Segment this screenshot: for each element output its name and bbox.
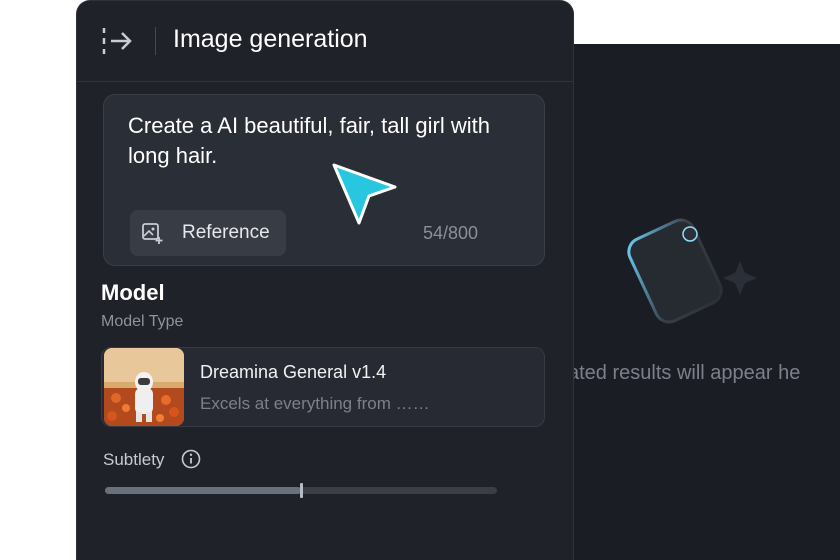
add-image-icon: [142, 223, 163, 244]
image-placeholder-icon: [627, 218, 757, 324]
collapse-panel-icon[interactable]: [101, 25, 135, 57]
reference-button[interactable]: Reference: [130, 210, 286, 256]
subtlety-slider-fill: [105, 487, 301, 494]
page-title: Image generation: [173, 25, 368, 53]
character-counter: 54/800: [422, 223, 478, 243]
reference-label: Reference: [182, 222, 270, 243]
prompt-box[interactable]: Create a AI beautiful, fair, tall girl w…: [103, 94, 545, 266]
prompt-input[interactable]: Create a AI beautiful, fair, tall girl w…: [128, 111, 528, 171]
subtlety-slider-handle[interactable]: [300, 483, 303, 498]
panel-header: Image generation: [77, 1, 573, 82]
model-thumbnail: [104, 348, 184, 426]
subtlety-slider[interactable]: [105, 483, 497, 498]
subtlety-label: Subtlety: [103, 450, 165, 469]
results-placeholder-text: ated results will appear he: [568, 362, 801, 384]
model-description: Excels at everything from ……: [200, 394, 430, 413]
pointer-cursor-icon: [332, 163, 397, 225]
header-divider: [155, 27, 156, 55]
info-icon[interactable]: [181, 449, 201, 469]
model-selector[interactable]: Dreamina General v1.4 Excels at everythi…: [101, 347, 545, 427]
model-name: Dreamina General v1.4: [200, 362, 387, 382]
model-section-title: Model: [101, 280, 165, 305]
image-generation-panel: Image generation Create a AI beautiful, …: [76, 0, 574, 560]
model-type-label: Model Type: [101, 313, 184, 330]
